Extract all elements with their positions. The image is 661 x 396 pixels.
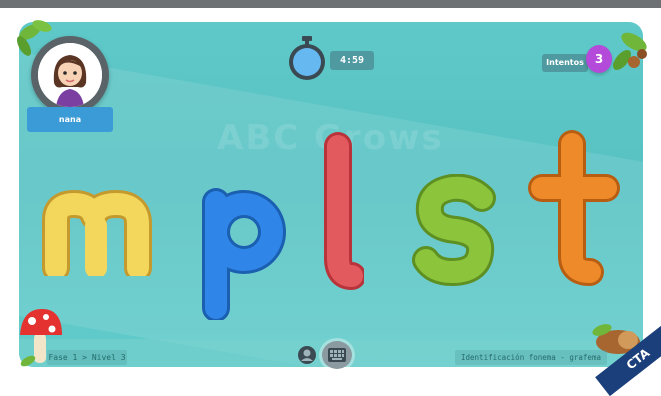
letter-m-tile[interactable] (38, 186, 158, 276)
profile-icon[interactable] (297, 345, 317, 365)
keyboard-icon (322, 341, 352, 369)
letter-p-tile[interactable] (196, 180, 286, 320)
letter-l-tile[interactable] (316, 130, 364, 290)
stopwatch-icon (286, 36, 328, 82)
top-strip (0, 0, 661, 8)
activity-name-label: Identificación fonema - grafema (455, 350, 607, 365)
level-indicator: Fase 1 > Nivel 3 (47, 350, 127, 365)
player-avatar[interactable] (31, 36, 109, 114)
player-name-label: nana (27, 107, 113, 132)
timer-display: 4:59 (330, 51, 374, 70)
attempts-label: Intentos (542, 54, 588, 72)
attempts-count-badge: 3 (586, 45, 612, 73)
leaf-decoration-top-right (604, 22, 654, 82)
avatar-girl-icon (38, 43, 102, 107)
letter-t-tile[interactable] (528, 130, 620, 290)
letter-s-tile[interactable] (410, 174, 500, 286)
keyboard-button[interactable] (322, 341, 352, 369)
